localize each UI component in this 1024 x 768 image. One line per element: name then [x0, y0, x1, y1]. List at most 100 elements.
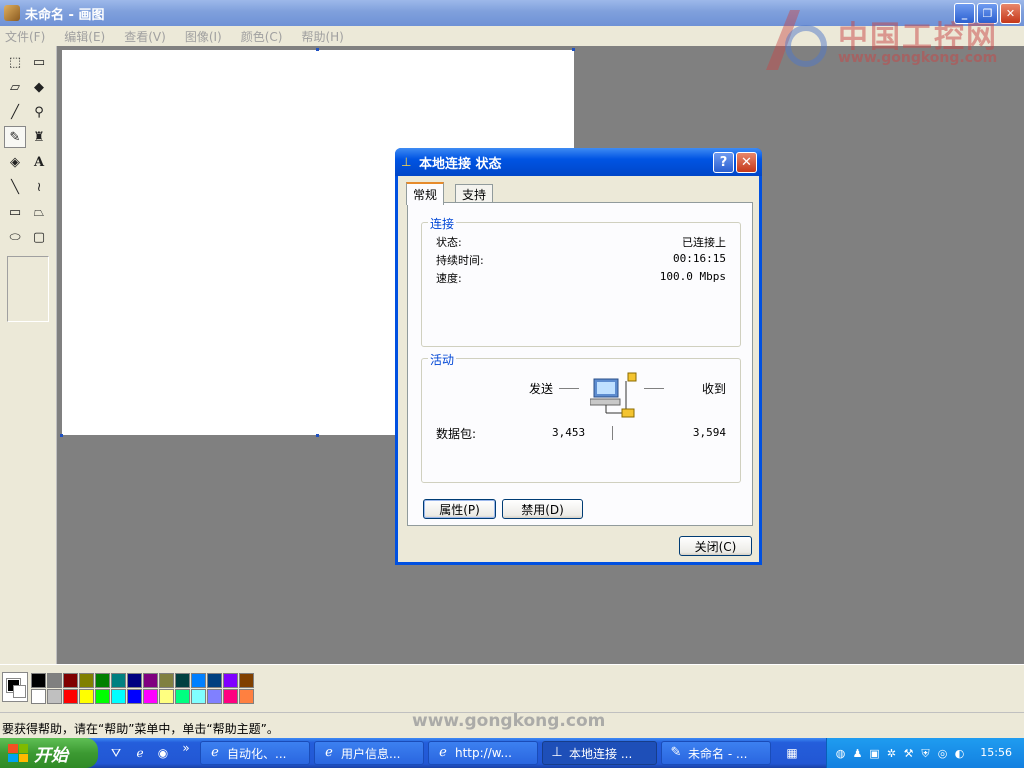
ellipse-icon[interactable]: ⬭	[4, 226, 26, 248]
line-icon[interactable]: ╲	[4, 176, 26, 198]
menu-view[interactable]: 查看(V)	[121, 28, 169, 45]
color-swatch[interactable]	[191, 689, 206, 704]
tray-antivirus-icon[interactable]: ◐	[952, 746, 967, 761]
pencil-icon[interactable]: ✎	[4, 126, 26, 148]
color-swatch[interactable]	[159, 673, 174, 688]
windows-flag-icon	[8, 744, 28, 762]
duration-label: 持续时间:	[436, 254, 484, 267]
eraser-icon[interactable]: ▱	[4, 76, 26, 98]
airbrush-icon[interactable]: ◈	[4, 151, 26, 173]
magnifier-icon[interactable]: ⚲	[28, 101, 50, 123]
taskbar-item-userinfo[interactable]: ℯ 用户信息...	[314, 741, 424, 765]
packets-divider	[612, 426, 613, 440]
eyedropper-icon[interactable]: ╱	[4, 101, 26, 123]
color-swatch[interactable]	[111, 689, 126, 704]
color-swatch[interactable]	[239, 689, 254, 704]
menu-file[interactable]: 文件(F)	[2, 28, 48, 45]
color-swatch[interactable]	[143, 689, 158, 704]
canvas-resize-handle-topright[interactable]	[572, 48, 575, 51]
taskbar-item-automation[interactable]: ℯ 自动化、...	[200, 741, 310, 765]
fill-icon[interactable]: ◆	[28, 76, 50, 98]
received-label: 收到	[701, 382, 726, 396]
properties-button[interactable]: 属性(P)	[423, 499, 496, 519]
color-swatch[interactable]	[175, 673, 190, 688]
quicklaunch-app-icon[interactable]: ⛛	[108, 745, 124, 761]
text-icon[interactable]: A	[28, 151, 50, 173]
tray-network-icon[interactable]: ◍	[833, 746, 848, 761]
canvas-resize-handle-top[interactable]	[316, 48, 319, 51]
menu-image[interactable]: 图像(I)	[182, 28, 225, 45]
color-swatch[interactable]	[95, 673, 110, 688]
color-swatch[interactable]	[191, 673, 206, 688]
ie-icon: ℯ	[325, 745, 333, 760]
taskbar-item-paint[interactable]: ✎ 未命名 - ...	[661, 741, 771, 765]
color-swatch[interactable]	[143, 673, 158, 688]
color-swatch[interactable]	[63, 673, 78, 688]
color-swatch[interactable]	[127, 673, 142, 688]
color-swatch[interactable]	[239, 673, 254, 688]
tab-support[interactable]: 支持	[455, 184, 494, 204]
tool-options-box[interactable]	[7, 256, 49, 322]
color-swatch[interactable]	[223, 689, 238, 704]
keyboard-icon[interactable]: ▦	[784, 745, 800, 761]
disable-button[interactable]: 禁用(D)	[502, 499, 583, 519]
quicklaunch-more-icon[interactable]: »	[178, 740, 194, 756]
color-swatch[interactable]	[111, 673, 126, 688]
activity-legend: 活动	[428, 351, 457, 368]
color-swatch[interactable]	[175, 689, 190, 704]
tray-computers-icon[interactable]: ▣	[867, 746, 882, 761]
watermark-url: www.gongkong.com	[838, 50, 998, 66]
color-swatch[interactable]	[47, 673, 62, 688]
color-swatch[interactable]	[63, 689, 78, 704]
tray-shield-icon[interactable]: ⛨	[918, 746, 933, 761]
brush-icon[interactable]: ♜	[28, 126, 50, 148]
canvas-resize-handle-bottomleft[interactable]	[60, 434, 63, 437]
color-swatch[interactable]	[31, 673, 46, 688]
color-swatch[interactable]	[47, 689, 62, 704]
tray-media-icon[interactable]: ◎	[935, 746, 950, 761]
network-icon: ⊥	[551, 745, 563, 760]
quicklaunch-desktop-icon[interactable]: ◉	[155, 745, 171, 761]
menu-help[interactable]: 帮助(H)	[298, 28, 346, 45]
menu-edit[interactable]: 编辑(E)	[61, 28, 108, 45]
dialog-close-icon[interactable]: ✕	[736, 152, 757, 173]
color-swatch[interactable]	[207, 689, 222, 704]
curve-icon[interactable]: ≀	[28, 176, 50, 198]
start-button[interactable]: 开始	[0, 738, 98, 768]
network-activity-icon	[590, 372, 637, 418]
rect-select-icon[interactable]: ▭	[28, 51, 50, 73]
duration-value: 00:16:15	[673, 252, 726, 265]
color-swatch[interactable]	[31, 689, 46, 704]
canvas-resize-handle-bottom[interactable]	[316, 434, 319, 437]
color-swatch[interactable]	[79, 673, 94, 688]
tray-tool-icon[interactable]: ⚒	[901, 746, 916, 761]
taskbar-item-http[interactable]: ℯ http://w...	[428, 741, 538, 765]
color-swatch[interactable]	[127, 689, 142, 704]
quicklaunch-ie-icon[interactable]: ℯ	[132, 745, 148, 761]
color-swatch[interactable]	[207, 673, 222, 688]
speed-value: 100.0 Mbps	[659, 270, 726, 283]
speed-label: 速度:	[436, 272, 462, 285]
window-title: 未命名 - 画图	[25, 7, 105, 23]
rectangle-icon[interactable]: ▭	[4, 201, 26, 223]
system-tray: ◍ ♟ ▣ ✲ ⚒ ⛨ ◎ ◐ 15:56	[826, 738, 1024, 768]
tray-settings-icon[interactable]: ✲	[884, 746, 899, 761]
paint-icon: ✎	[670, 745, 682, 760]
close-dialog-button[interactable]: 关闭(C)	[679, 536, 752, 556]
taskbar-item-connection[interactable]: ⊥ 本地连接 ...	[542, 741, 657, 765]
polygon-icon[interactable]: ⏢	[28, 201, 50, 223]
dialog-titlebar[interactable]: ⊥ 本地连接 状态	[395, 148, 762, 176]
clock[interactable]: 15:56	[980, 746, 1012, 759]
color-swatch[interactable]	[223, 673, 238, 688]
color-swatch[interactable]	[95, 689, 110, 704]
tab-general[interactable]: 常规	[406, 182, 445, 205]
free-select-icon[interactable]: ⬚	[4, 51, 26, 73]
menu-colors[interactable]: 颜色(C)	[238, 28, 286, 45]
color-swatch[interactable]	[159, 689, 174, 704]
tray-user-icon[interactable]: ♟	[850, 746, 865, 761]
network-icon: ⊥	[401, 155, 412, 169]
current-colors[interactable]	[2, 672, 28, 702]
dialog-help-button[interactable]: ?	[713, 152, 734, 173]
color-swatch[interactable]	[79, 689, 94, 704]
rounded-rect-icon[interactable]: ▢	[28, 226, 50, 248]
